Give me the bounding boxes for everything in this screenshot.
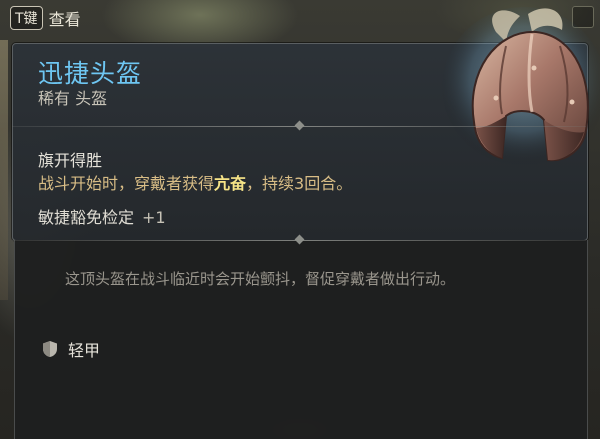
feature-name: 旗开得胜 xyxy=(38,151,103,170)
feature-description-tail: ，持续3回合。 xyxy=(246,174,353,193)
helmet-item-image xyxy=(442,7,600,167)
feature-description: 战斗开始时，穿戴者获得亢奋，持续3回合。 xyxy=(38,170,352,194)
stat-bonus-value: +1 xyxy=(142,208,166,227)
stat-bonus: 敏捷豁免检定 +1 xyxy=(38,204,166,228)
inspect-hint[interactable]: T键 查看 xyxy=(10,3,81,33)
feature-keyword[interactable]: 亢奋 xyxy=(214,174,246,193)
stat-bonus-label: 敏捷豁免检定 xyxy=(38,208,135,227)
flavor-text: 这顶头盔在战斗临近时会开始颤抖，督促穿戴者做出行动。 xyxy=(65,270,456,288)
item-rarity-type: 稀有 头盔 xyxy=(38,89,108,108)
feature-description-text: 战斗开始时，穿戴者获得 xyxy=(38,174,215,193)
keybind-badge: T键 xyxy=(10,6,43,30)
shield-icon xyxy=(43,341,57,357)
inspect-hint-label: 查看 xyxy=(48,10,81,29)
armor-type-label: 轻甲 xyxy=(68,341,101,360)
background-panel-edge xyxy=(0,40,8,300)
armor-type: 轻甲 xyxy=(42,337,100,361)
